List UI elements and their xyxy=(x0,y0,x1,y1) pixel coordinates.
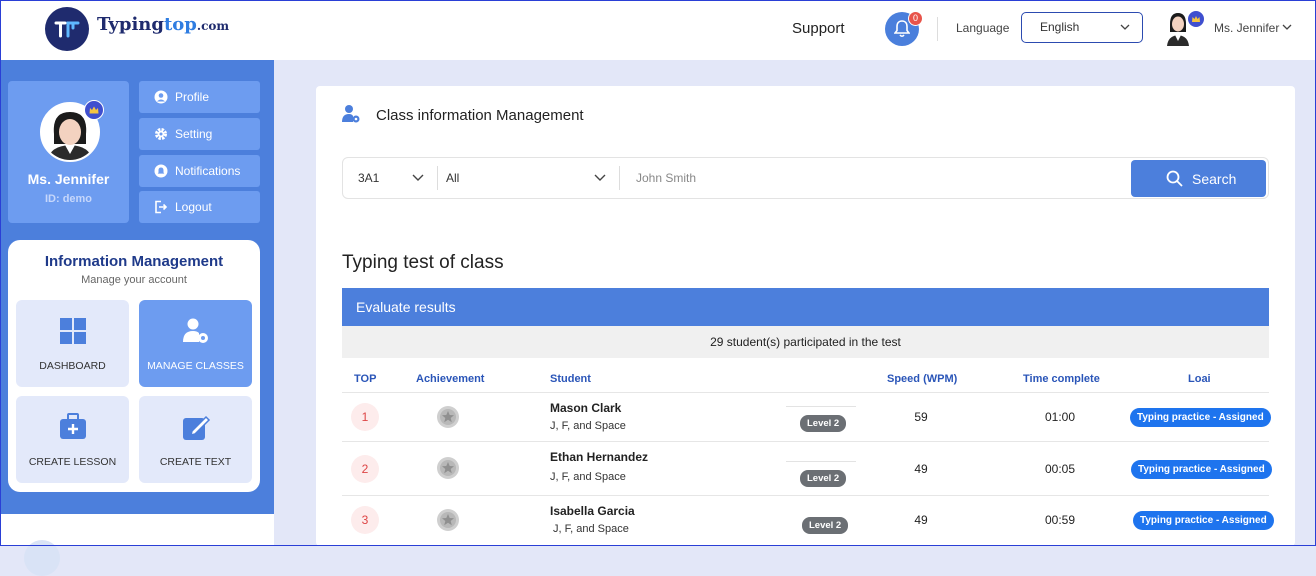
evaluate-results-label: Evaluate results xyxy=(356,299,456,315)
time-value: 00:59 xyxy=(1044,513,1076,527)
speed-value: 59 xyxy=(914,410,928,424)
filter-divider xyxy=(437,166,438,190)
tile-create-text[interactable]: CREATE TEXT xyxy=(139,396,252,483)
search-icon xyxy=(1166,170,1183,187)
student-name[interactable]: Isabella Garcia xyxy=(550,504,635,518)
col-header-type: Loai xyxy=(1188,373,1211,385)
menu-item-setting[interactable]: Setting xyxy=(139,118,260,150)
tile-label: CREATE LESSON xyxy=(28,456,117,468)
info-management-title: Information Management xyxy=(44,253,224,270)
participants-bar: 29 student(s) participated in the test xyxy=(342,326,1269,358)
tile-label: DASHBOARD xyxy=(39,360,106,372)
logout-icon xyxy=(155,200,168,214)
brand-name-part2: top xyxy=(163,14,197,35)
type-badge: Typing practice - Assigned xyxy=(1131,460,1272,479)
profile-name: Ms. Jennifer xyxy=(27,171,110,187)
logo-icon[interactable] xyxy=(45,7,89,51)
tile-manage-classes[interactable]: MANAGE CLASSES xyxy=(139,300,252,387)
tile-create-lesson[interactable]: CREATE LESSON xyxy=(16,396,129,483)
tile-dashboard[interactable]: DASHBOARD xyxy=(16,300,129,387)
level-line xyxy=(786,461,856,462)
evaluate-results-bar: Evaluate results xyxy=(342,288,1269,326)
chevron-down-icon[interactable] xyxy=(1282,23,1292,31)
page-title: Class information Management xyxy=(376,107,584,124)
level-badge: Level 2 xyxy=(800,415,847,432)
search-button[interactable]: Search xyxy=(1131,160,1266,197)
student-keys: J, F, and Space xyxy=(550,471,626,483)
medal-icon xyxy=(437,457,459,479)
brand-logo-text[interactable]: Typingtop.com xyxy=(97,14,229,35)
col-header-top: TOP xyxy=(354,373,377,385)
student-name[interactable]: Mason Clark xyxy=(550,401,621,415)
menu-item-label: Logout xyxy=(175,200,212,214)
col-header-student: Student xyxy=(550,373,591,385)
language-select[interactable]: English xyxy=(1021,12,1143,43)
notification-icon xyxy=(154,164,168,178)
medal-icon xyxy=(437,406,459,428)
crown-icon xyxy=(1188,11,1204,27)
info-management-subtitle: Manage your account xyxy=(81,274,187,286)
time-value: 01:00 xyxy=(1044,410,1076,424)
chevron-down-icon xyxy=(1120,24,1130,30)
rank-badge: 2 xyxy=(351,455,379,483)
scope-select-value[interactable]: All xyxy=(446,171,459,185)
speed-value: 49 xyxy=(914,513,928,527)
menu-item-label: Profile xyxy=(175,90,210,104)
brand-name-suffix: .com xyxy=(196,19,230,33)
speed-value: 49 xyxy=(914,462,928,476)
language-label: Language xyxy=(956,21,1010,35)
filter-divider xyxy=(619,166,620,190)
search-button-label: Search xyxy=(1192,171,1237,187)
col-header-time: Time complete xyxy=(1023,373,1100,385)
chevron-down-icon[interactable] xyxy=(412,173,424,183)
profile-id: ID: demo xyxy=(44,193,93,205)
user-gear-icon xyxy=(342,105,360,123)
tile-label: CREATE TEXT xyxy=(159,456,232,468)
brand-name-part1: Typing xyxy=(97,14,164,35)
header-user-name[interactable]: Ms. Jennifer xyxy=(1214,21,1279,35)
row-divider xyxy=(342,495,1269,496)
chevron-down-icon[interactable] xyxy=(594,173,606,183)
col-header-speed: Speed (WPM) xyxy=(887,373,958,385)
support-link[interactable]: Support xyxy=(792,20,845,37)
row-divider xyxy=(342,441,1269,442)
time-value: 00:05 xyxy=(1044,462,1076,476)
section-title: Typing test of class xyxy=(342,252,504,273)
menu-item-logout[interactable]: Logout xyxy=(139,191,260,223)
menu-item-profile[interactable]: Profile xyxy=(139,81,260,113)
type-badge: Typing practice - Assigned xyxy=(1130,408,1271,427)
participants-text: 29 student(s) participated in the test xyxy=(710,335,901,349)
rank-badge: 1 xyxy=(351,403,379,431)
class-select-value[interactable]: 3A1 xyxy=(358,171,379,185)
student-keys: J, F, and Space xyxy=(553,523,629,535)
level-line xyxy=(786,406,856,407)
notification-count-badge: 0 xyxy=(908,11,923,26)
language-select-value: English xyxy=(1040,20,1080,34)
tile-label: MANAGE CLASSES xyxy=(147,360,244,372)
user-circle-icon xyxy=(154,90,168,104)
crown-icon xyxy=(84,100,104,120)
level-badge: Level 2 xyxy=(802,517,849,534)
student-name[interactable]: Ethan Hernandez xyxy=(550,450,648,464)
medal-icon xyxy=(437,509,459,531)
student-keys: J, F, and Space xyxy=(550,420,626,432)
student-search-input[interactable] xyxy=(628,164,1134,192)
gear-icon xyxy=(155,128,167,140)
level-badge: Level 2 xyxy=(800,470,847,487)
bottom-avatar xyxy=(24,540,60,576)
type-badge: Typing practice - Assigned xyxy=(1133,511,1274,530)
rank-badge: 3 xyxy=(351,506,379,534)
row-divider xyxy=(342,392,1269,393)
col-header-achievement: Achievement xyxy=(416,373,485,385)
menu-item-label: Notifications xyxy=(175,164,241,178)
edit-icon xyxy=(183,415,211,440)
grid-icon xyxy=(60,318,86,344)
user-gear-icon xyxy=(183,318,208,343)
header-divider xyxy=(937,17,938,41)
menu-item-label: Setting xyxy=(175,127,213,141)
briefcase-plus-icon xyxy=(60,413,86,439)
menu-item-notifications[interactable]: Notifications xyxy=(139,155,260,187)
